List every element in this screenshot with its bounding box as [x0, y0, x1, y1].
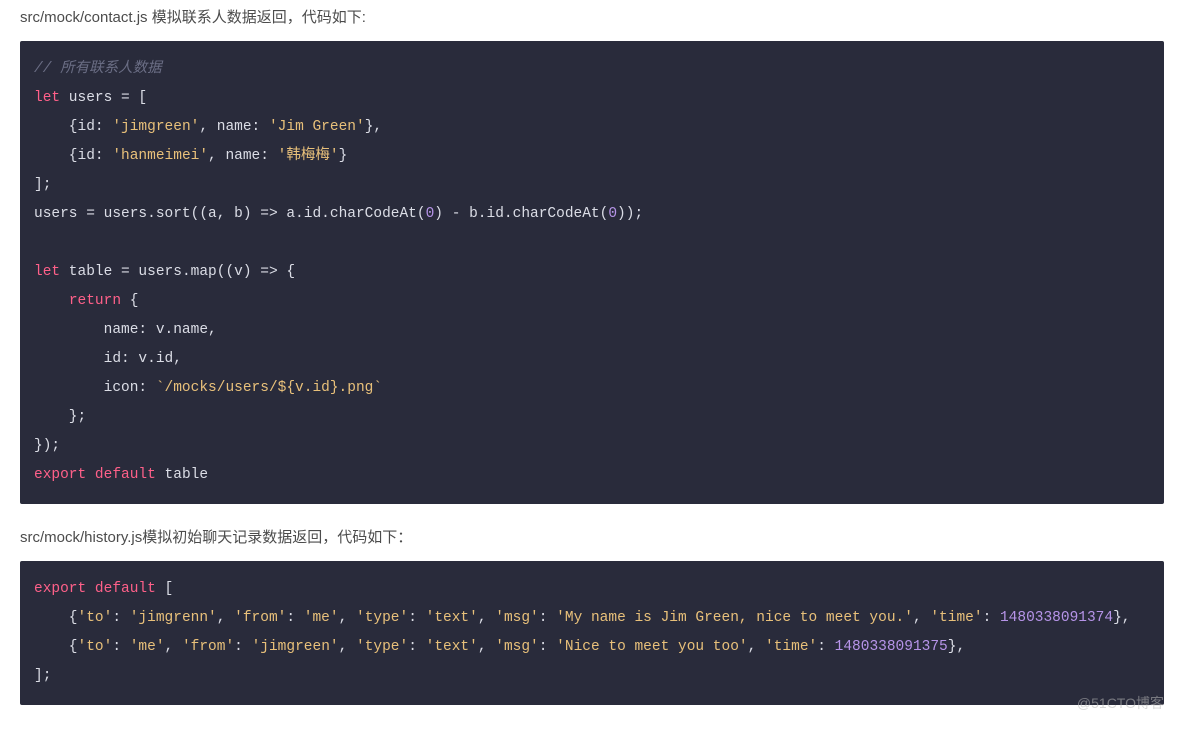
intro-text-1: src/mock/contact.js 模拟联系人数据返回，代码如下: [20, 6, 1164, 27]
intro-text-2: src/mock/history.js模拟初始聊天记录数据返回，代码如下： [20, 526, 1164, 547]
code-block-history-js: export default [ {'to': 'jimgrenn', 'fro… [20, 561, 1164, 705]
code-block-contact-js: // 所有联系人数据 let users = [ {id: 'jimgreen'… [20, 41, 1164, 504]
document-page: src/mock/contact.js 模拟联系人数据返回，代码如下: // 所… [0, 0, 1184, 747]
